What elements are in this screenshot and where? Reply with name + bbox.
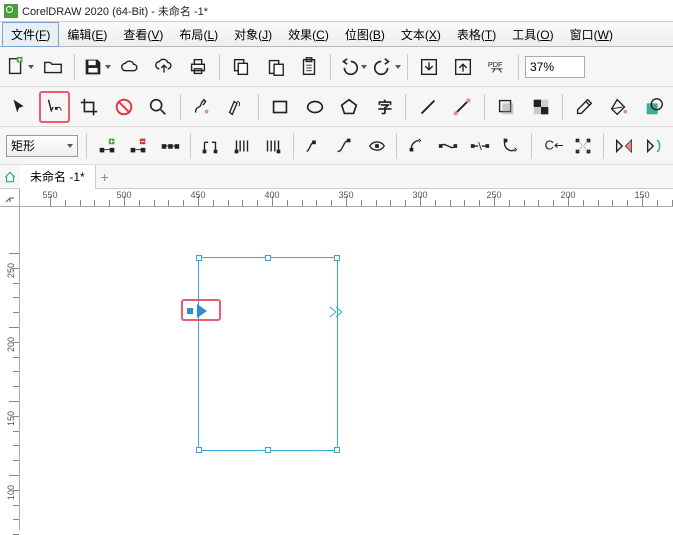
node-highlight [181, 299, 221, 321]
title-bar: CorelDRAW 2020 (64-Bit) - 未命名 -1* [0, 0, 673, 22]
node-arrow-icon [185, 302, 221, 320]
workspace: 550500450400350300250200150 250200150100 [0, 189, 673, 530]
svg-text:C⟷: C⟷ [544, 137, 562, 152]
shape-combo[interactable]: 矩形 [6, 135, 78, 157]
svg-text:PDF: PDF [488, 60, 503, 69]
menu-effect[interactable]: 效果(C) [280, 23, 337, 46]
node-right-icon [329, 306, 343, 318]
freehand-tool[interactable] [186, 91, 217, 123]
line-tool[interactable] [412, 91, 443, 123]
ruler-origin[interactable] [0, 189, 20, 207]
menu-bitmap[interactable]: 位图(B) [337, 23, 393, 46]
handle-bl[interactable] [196, 447, 202, 453]
canvas[interactable] [20, 207, 673, 530]
elastic-button[interactable] [643, 132, 667, 160]
cloud-up-button[interactable] [149, 52, 179, 82]
pick-tool[interactable] [4, 91, 35, 123]
zoom-input[interactable] [525, 56, 585, 78]
no-tool[interactable] [108, 91, 139, 123]
menu-edit[interactable]: 编辑(E) [59, 23, 115, 46]
ruler-horizontal[interactable]: 550500450400350300250200150 [20, 189, 673, 207]
clipboard-button[interactable] [294, 52, 324, 82]
property-bar: 矩形 C⟷ [0, 127, 673, 165]
shape-tool[interactable] [39, 91, 70, 123]
polygon-tool[interactable] [334, 91, 365, 123]
standard-toolbar: PDF [0, 47, 673, 87]
copy-button[interactable] [226, 52, 256, 82]
fill-tool[interactable] [604, 91, 635, 123]
export-button[interactable] [448, 52, 478, 82]
stretch-button[interactable]: C⟷ [540, 132, 564, 160]
document-tab[interactable]: 未命名 -1* [20, 165, 96, 189]
handle-br[interactable] [334, 447, 340, 453]
smartfill-tool[interactable] [638, 91, 669, 123]
to-curve-button[interactable] [261, 132, 285, 160]
menu-tools[interactable]: 工具(O) [504, 23, 561, 46]
extract-button[interactable] [468, 132, 492, 160]
menu-view[interactable]: 查看(V) [115, 23, 171, 46]
close-curve-button[interactable] [500, 132, 524, 160]
join-nodes-button[interactable] [158, 132, 182, 160]
print-button[interactable] [183, 52, 213, 82]
menu-table[interactable]: 表格(T) [449, 23, 504, 46]
transparency-tool[interactable] [525, 91, 556, 123]
eyedropper-tool[interactable] [569, 91, 600, 123]
smooth-button[interactable] [333, 132, 357, 160]
handle-tm[interactable] [265, 255, 271, 261]
dimension-tool[interactable] [447, 91, 478, 123]
ruler-vertical[interactable]: 250200150100 [0, 207, 20, 530]
new-button[interactable] [4, 52, 34, 82]
paste-button[interactable] [260, 52, 290, 82]
delete-node-button[interactable] [127, 132, 151, 160]
save-button[interactable] [81, 52, 111, 82]
document-tabs: 未命名 -1* + [0, 165, 673, 189]
break-node-button[interactable] [198, 132, 222, 160]
reflect-h-button[interactable] [612, 132, 636, 160]
new-tab-button[interactable]: + [96, 168, 114, 186]
import-button[interactable] [414, 52, 444, 82]
menu-text[interactable]: 文本(X) [393, 23, 449, 46]
undo-button[interactable] [337, 52, 367, 82]
cloud-button[interactable] [115, 52, 145, 82]
svg-text:字: 字 [378, 98, 393, 116]
handle-tr[interactable] [334, 255, 340, 261]
pdf-button[interactable]: PDF [482, 52, 512, 82]
menu-object[interactable]: 对象(J) [226, 23, 280, 46]
home-tab[interactable] [0, 170, 20, 184]
shadow-tool[interactable] [491, 91, 522, 123]
symmetric-button[interactable] [365, 132, 389, 160]
align-nodes-button[interactable] [572, 132, 596, 160]
open-button[interactable] [38, 52, 68, 82]
menu-bar: 文件(F) 编辑(E) 查看(V) 布局(L) 对象(J) 效果(C) 位图(B… [0, 22, 673, 47]
app-icon [4, 4, 18, 18]
menu-window[interactable]: 窗口(W) [562, 23, 621, 46]
text-tool[interactable]: 字 [369, 91, 400, 123]
rectangle-tool[interactable] [265, 91, 296, 123]
redo-button[interactable] [371, 52, 401, 82]
handle-bm[interactable] [265, 447, 271, 453]
tab-label: 未命名 -1* [30, 168, 85, 185]
menu-file[interactable]: 文件(F) [2, 22, 59, 47]
menu-layout[interactable]: 布局(L) [171, 23, 226, 46]
toolbox: 字 [0, 87, 673, 127]
crop-tool[interactable] [74, 91, 105, 123]
artistic-tool[interactable] [221, 91, 252, 123]
extend-button[interactable] [437, 132, 461, 160]
add-node-button[interactable] [95, 132, 119, 160]
handle-tl[interactable] [196, 255, 202, 261]
ellipse-tool[interactable] [299, 91, 330, 123]
reverse-button[interactable] [405, 132, 429, 160]
to-line-button[interactable] [230, 132, 254, 160]
cusp-button[interactable] [302, 132, 326, 160]
selection-rectangle[interactable] [198, 257, 338, 451]
zoom-tool[interactable] [143, 91, 174, 123]
app-title: CorelDRAW 2020 (64-Bit) - 未命名 -1* [22, 3, 208, 19]
